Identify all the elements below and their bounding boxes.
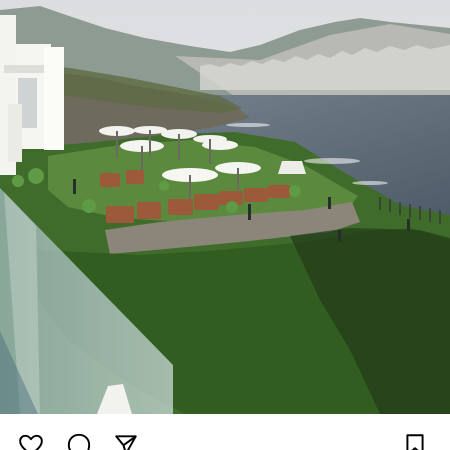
like-button[interactable] xyxy=(17,431,45,450)
bookmark-icon xyxy=(406,434,424,450)
comment-button[interactable] xyxy=(65,431,93,450)
post-actions-bar xyxy=(0,414,450,450)
save-button[interactable] xyxy=(401,431,429,450)
post-view xyxy=(0,0,450,450)
post-photo xyxy=(0,0,450,414)
paper-plane-icon xyxy=(115,435,137,450)
comment-icon xyxy=(67,433,91,450)
share-button[interactable] xyxy=(112,431,140,450)
heart-icon xyxy=(19,434,43,450)
